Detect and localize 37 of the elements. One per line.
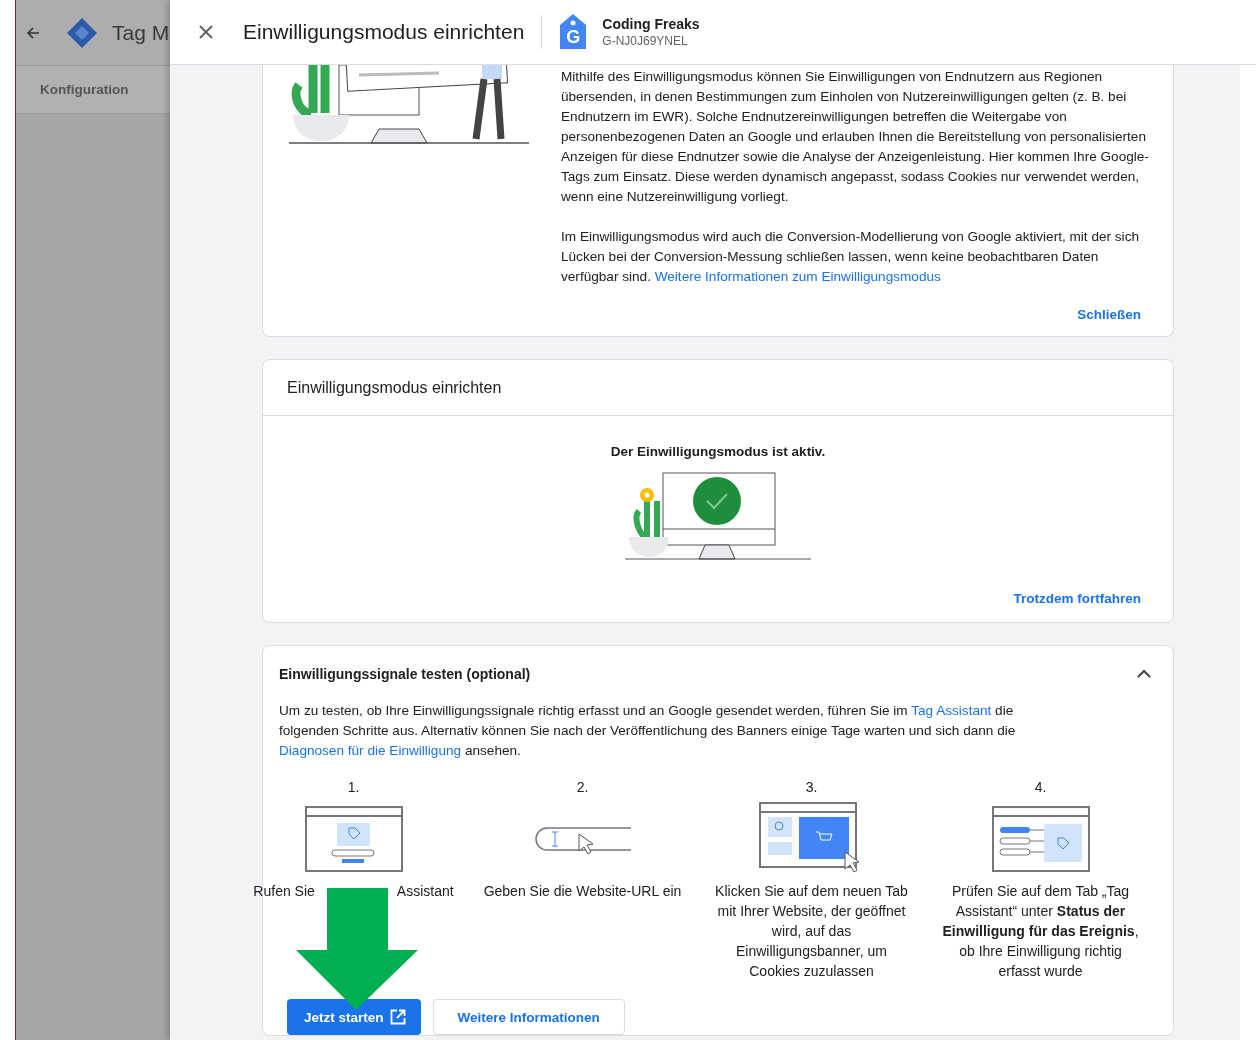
start-button[interactable]: Jetzt starten (287, 999, 421, 1035)
step-text: Assistant (396, 882, 454, 901)
step-number: 1. (347, 778, 360, 797)
more-info-button[interactable]: Weitere Informationen (432, 999, 625, 1035)
description-text: Um zu testen, ob Ihre Einwilligungssignale richtig erfasst und an Google gesendet werden, führen Sie im Tag Assistant die folgenden Schritte aus. Alternativ können Sie nach der Veröffentlichung des Banners einige Tage warten und sich dann die Diagnosen für die Einwilligung ansehen. (278, 702, 1017, 760)
close-icon[interactable] (197, 23, 215, 41)
icon-letter: G (566, 27, 581, 47)
section-title: Einwilligungssignale testen (optional) (279, 665, 531, 682)
info-paragraph: Im Einwilligungsmodus wird auch die Conversion-Modellierung von Google aktiviert, mit der sich Lücken bei der Conversion-Messung schließen lassen, wenn keine beobachtbaren Daten verfügbar sind. Weitere Informationen zum Einwilligungsmodus (561, 228, 1140, 286)
step-number: 4. (1034, 778, 1047, 797)
status-text: Der Einwilligungsmodus ist aktiv. (610, 444, 826, 459)
step-number: 3. (805, 778, 818, 797)
continue-button[interactable]: Trotzdem fortfahren (1007, 587, 1147, 610)
info-paragraph: Mithilfe des Einwilligungsmodus können Sie Einwilligungen von Endnutzern aus Regionen übersenden, in denen Bestimmungen zum Einholen von Nutzereinwilligungen gelten (z. B. bei Endnutzern im EWR). Solche Endnutzereinwilligungen betreffen die Weitergabe von personenbezogenen Daten an Google und erlauben Ihnen die Bereitstellung von personalisierten Anzeigen für diese Endnutzer sowie die Analyse der Anzeigenleistung. Hier kommen Ihre Google-Tags zum Einsatz. Diese werden dynamisch angepasst, sodass Cookies nur verwendet werden, wenn eine Nutzereinwilligung vorliegt. (561, 68, 1150, 206)
info-link[interactable]: Weitere Informationen zum Einwilligungsmodus (654, 269, 941, 284)
tag-icon (559, 13, 588, 51)
card-title: Einwilligungsmodus einrichten (287, 378, 502, 397)
account-name: Coding Freaks (602, 16, 700, 32)
description-link[interactable]: Tag Assistant (911, 703, 992, 718)
external-link-icon (389, 1009, 406, 1025)
nav-item[interactable]: Konfiguration (40, 82, 129, 97)
step-number: 2. (576, 778, 589, 797)
tag-status-icon (991, 806, 1090, 872)
tag-page-icon (304, 806, 403, 872)
close-button[interactable]: Schließen (1071, 303, 1147, 326)
app-title: Tag M (112, 20, 170, 45)
description-link[interactable]: Diagnosen für die Einwilligung (279, 743, 462, 758)
chevron-icon[interactable] (1137, 669, 1151, 678)
back-arrow-icon[interactable] (26, 25, 40, 40)
step-text: Geben Sie die Website-URL ein (483, 882, 682, 901)
step-text: Rufen Sie (253, 882, 315, 901)
diamond-logo-icon (66, 16, 98, 49)
step-text: Klicken Sie auf dem neuen Tab mit Ihrer Website, der geöffnet wird, auf das Einwilligungsbanner, um Cookies zuzulassen (714, 882, 909, 981)
step-text: Prüfen Sie auf dem Tab „Tag Assistant“ unter Status der Einwilligung für das Ereignis, ob Ihre Einwilligung richtig erfasst wurde (941, 882, 1140, 981)
account-id: G-NJ0J69YNEL (602, 34, 689, 48)
dialog-title: Einwilligungsmodus einrichten (243, 20, 525, 44)
scrollbar-track[interactable] (1240, 65, 1256, 1040)
